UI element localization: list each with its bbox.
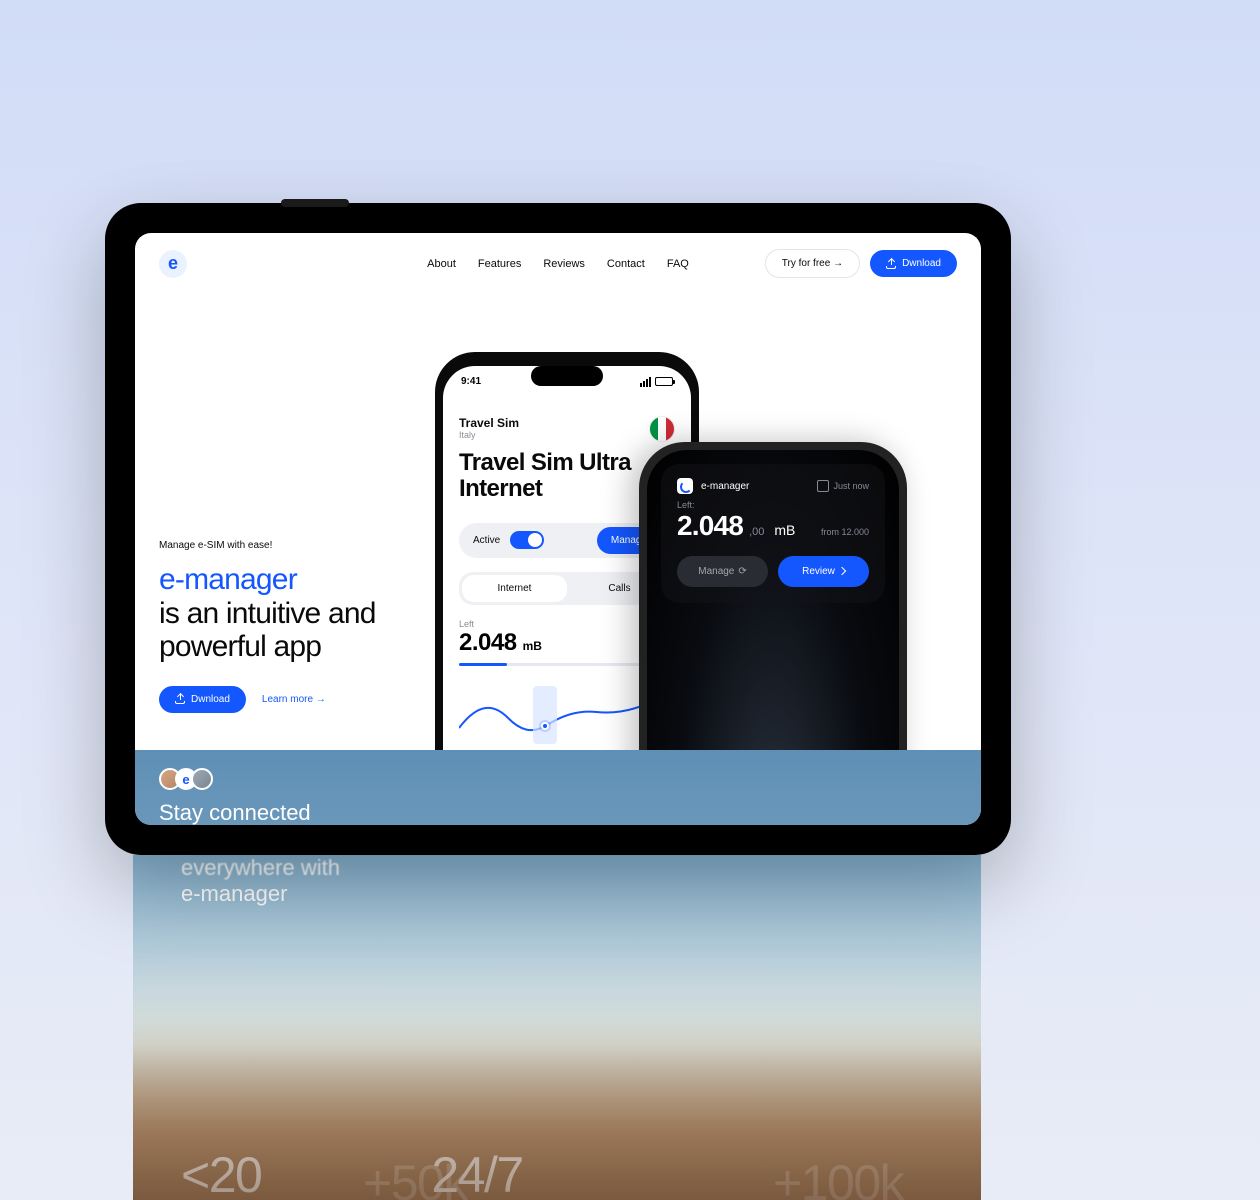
stat-value-1: <20 bbox=[181, 1150, 261, 1200]
status-clock: 9:41 bbox=[461, 376, 481, 387]
app-icon bbox=[677, 478, 693, 494]
try-free-button[interactable]: Try for free → bbox=[765, 249, 860, 278]
download-button-hero-label: Dwnload bbox=[191, 694, 230, 705]
logo-badge[interactable]: e bbox=[159, 250, 187, 278]
data-left-unit: mB bbox=[523, 639, 542, 653]
stat-value-faded-1: +50k bbox=[363, 1154, 467, 1200]
main-nav: About Features Reviews Contact FAQ bbox=[427, 258, 689, 270]
avatar bbox=[191, 768, 213, 790]
signal-bars-icon bbox=[640, 377, 651, 387]
hero-title-rest: is an intuitive and powerful app bbox=[159, 597, 376, 664]
dark-left-decimals: ,00 bbox=[749, 526, 764, 538]
hero-tagline: Manage e-SIM with ease! bbox=[159, 540, 439, 551]
dark-left-label: Left: bbox=[677, 500, 869, 510]
battery-icon bbox=[655, 377, 673, 386]
avatar-stack: e bbox=[159, 768, 957, 790]
progress-fill bbox=[459, 663, 507, 666]
sim-country: Italy bbox=[459, 430, 519, 440]
active-label: Active bbox=[463, 529, 510, 552]
nav-contact[interactable]: Contact bbox=[607, 258, 645, 270]
review-button[interactable]: Review bbox=[778, 556, 869, 587]
review-button-label: Review bbox=[802, 566, 835, 577]
refresh-icon: ⟳ bbox=[738, 566, 746, 577]
notification-app-name: e-manager bbox=[701, 481, 749, 492]
download-button-header[interactable]: Dwnload bbox=[870, 250, 957, 277]
chevron-right-icon bbox=[839, 566, 845, 577]
nav-faq[interactable]: FAQ bbox=[667, 258, 689, 270]
sparkline-marker bbox=[541, 722, 549, 730]
tab-internet[interactable]: Internet bbox=[462, 575, 567, 602]
hero-section: Manage e-SIM with ease! e-manager is an … bbox=[135, 294, 981, 750]
dark-left-unit: mB bbox=[774, 522, 795, 538]
manage-button-dark-label: Manage bbox=[698, 566, 734, 577]
download-button-hero[interactable]: Dwnload bbox=[159, 686, 246, 713]
notification-timestamp: Just now bbox=[817, 480, 869, 492]
download-button-header-label: Dwnload bbox=[902, 258, 941, 269]
dark-left-from: from 12.000 bbox=[821, 527, 869, 537]
below-fold-hero: everywhere with e-manager <20 24/7 +50k … bbox=[133, 855, 981, 1200]
stat-value-2: 24/7 bbox=[431, 1150, 522, 1200]
phone-dark-frame: e-manager Just now Left: 2.048 ,00 mB fro… bbox=[639, 442, 907, 792]
subhero-line-2: e-manager bbox=[181, 881, 340, 907]
active-toggle[interactable] bbox=[510, 531, 544, 549]
band-title: Stay connected bbox=[159, 800, 957, 825]
learn-more-link[interactable]: Learn more → bbox=[262, 694, 326, 705]
tablet-screen: e About Features Reviews Contact FAQ Try… bbox=[135, 233, 981, 825]
stat-value-faded-2: +100k bbox=[773, 1154, 903, 1200]
tablet-camera-notch bbox=[281, 199, 349, 207]
hero-title: e-manager is an intuitive and powerful a… bbox=[159, 563, 439, 664]
manage-button-dark[interactable]: Manage ⟳ bbox=[677, 556, 768, 587]
sim-name: Travel Sim bbox=[459, 416, 519, 430]
italy-flag-icon bbox=[649, 416, 675, 442]
hero-image-band: e Stay connected bbox=[135, 750, 981, 825]
subhero-line-1: everywhere with bbox=[181, 855, 340, 881]
status-icons bbox=[640, 376, 673, 387]
data-left-value: 2.048 bbox=[459, 629, 517, 657]
nav-about[interactable]: About bbox=[427, 258, 456, 270]
phone-dark-screen: e-manager Just now Left: 2.048 ,00 mB fro… bbox=[647, 450, 899, 784]
dark-left-value: 2.048 bbox=[677, 510, 743, 542]
phone-mockups: 9:41 Travel Sim Italy bbox=[435, 352, 975, 792]
site-header: e About Features Reviews Contact FAQ Try… bbox=[135, 233, 981, 294]
notification-card: e-manager Just now Left: 2.048 ,00 mB fro… bbox=[661, 464, 885, 603]
nav-reviews[interactable]: Reviews bbox=[543, 258, 585, 270]
hero-brand: e-manager bbox=[159, 563, 297, 596]
download-icon bbox=[175, 694, 185, 704]
download-icon bbox=[886, 259, 896, 269]
tablet-frame: e About Features Reviews Contact FAQ Try… bbox=[105, 203, 1011, 855]
nav-features[interactable]: Features bbox=[478, 258, 521, 270]
